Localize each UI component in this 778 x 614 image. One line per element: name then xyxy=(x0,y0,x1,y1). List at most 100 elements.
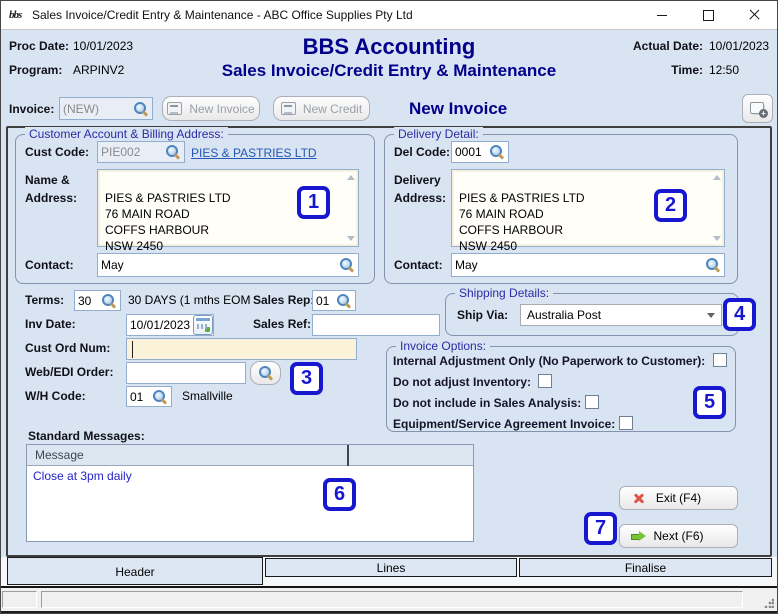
cust-code-label: Cust Code: xyxy=(25,145,89,159)
delivery-contact-label: Contact: xyxy=(394,258,443,272)
actual-date-label: Actual Date: xyxy=(632,39,703,53)
window-title: Sales Invoice/Credit Entry & Maintenance… xyxy=(32,8,413,22)
search-icon[interactable] xyxy=(489,144,505,160)
search-icon xyxy=(258,365,274,381)
scroll-up-icon[interactable] xyxy=(347,175,355,180)
close-icon xyxy=(748,9,760,21)
status-bar xyxy=(1,588,777,611)
cust-ord-num-field[interactable] xyxy=(126,338,357,360)
inv-date-value: 10/01/2023 xyxy=(130,318,191,332)
delivery-address-text: PIES & PASTRIES LTD 76 MAIN ROAD COFFS H… xyxy=(459,191,585,253)
cust-ord-num-label: Cust Ord Num: xyxy=(25,341,111,355)
next-button[interactable]: Next (F6) xyxy=(619,524,738,548)
option-internal-adjustment-checkbox[interactable] xyxy=(713,353,727,367)
scroll-down-icon[interactable] xyxy=(713,236,721,241)
invoice-options-title: Invoice Options: xyxy=(396,339,491,353)
tab-header[interactable]: Header xyxy=(7,557,263,585)
delivery-contact-field[interactable]: May xyxy=(451,253,725,277)
chevron-down-icon xyxy=(707,312,715,318)
option-no-sales-analysis-label: Do not include in Sales Analysis: xyxy=(393,396,582,410)
calendar-icon[interactable] xyxy=(193,315,213,335)
new-credit-label: New Credit xyxy=(302,101,363,116)
messages-column-header[interactable]: Message xyxy=(27,445,473,466)
delivery-address-label: Delivery Address: xyxy=(394,173,447,205)
ship-via-label: Ship Via: xyxy=(457,308,509,322)
red-cross-icon xyxy=(632,491,646,505)
ship-via-dropdown[interactable]: Australia Post xyxy=(520,304,722,326)
customer-contact-label: Contact: xyxy=(25,258,74,272)
search-icon[interactable] xyxy=(152,389,168,405)
web-edi-order-field[interactable] xyxy=(126,362,246,384)
annotation-7: 7 xyxy=(584,512,617,545)
name-address-label: Name & Address: xyxy=(25,173,78,205)
minimize-icon xyxy=(657,14,667,16)
new-invoice-label: New Invoice xyxy=(189,101,255,116)
option-no-sales-analysis-checkbox[interactable] xyxy=(585,395,599,409)
sales-rep-field[interactable]: 01 xyxy=(312,290,356,311)
cust-code-field[interactable]: PIE002 xyxy=(97,141,185,163)
option-equipment-service-label: Equipment/Service Agreement Invoice: xyxy=(393,417,616,431)
option-no-inventory-label: Do not adjust Inventory: xyxy=(393,375,531,389)
annotation-3: 3 xyxy=(290,362,323,395)
customer-group-title: Customer Account & Billing Address: xyxy=(25,127,228,141)
resize-grip[interactable] xyxy=(764,598,774,608)
annotation-6: 6 xyxy=(323,478,356,511)
option-no-inventory-checkbox[interactable] xyxy=(538,374,552,388)
tab-lines[interactable]: Lines xyxy=(265,558,517,577)
new-credit-button[interactable]: New Credit xyxy=(273,96,370,121)
column-divider[interactable] xyxy=(347,445,349,466)
search-icon[interactable] xyxy=(705,257,721,273)
customer-name-link[interactable]: PIES & PASTRIES LTD xyxy=(191,146,317,160)
invoice-number-value: (NEW) xyxy=(63,101,99,116)
terms-description: 30 DAYS (1 mths EOM xyxy=(128,293,251,307)
new-document-icon xyxy=(167,102,183,115)
minimize-button[interactable] xyxy=(639,1,685,29)
message-row[interactable]: Close at 3pm daily xyxy=(27,467,473,485)
del-code-field[interactable]: 0001 xyxy=(451,141,509,163)
scroll-up-icon[interactable] xyxy=(713,175,721,180)
green-arrow-icon xyxy=(631,530,646,542)
search-icon[interactable] xyxy=(101,293,117,309)
shipping-group-title: Shipping Details: xyxy=(455,286,554,300)
search-icon[interactable] xyxy=(165,144,181,160)
search-icon[interactable] xyxy=(133,101,149,117)
terms-label: Terms: xyxy=(25,293,65,307)
wh-code-value: 01 xyxy=(130,389,144,404)
invoice-number-combo[interactable]: (NEW) xyxy=(59,97,153,120)
delivery-contact-value: May xyxy=(455,258,478,272)
annotation-1: 1 xyxy=(297,186,330,219)
standard-messages-label: Standard Messages: xyxy=(28,429,145,443)
sales-rep-label: Sales Rep: xyxy=(253,293,315,307)
tab-finalise[interactable]: Finalise xyxy=(519,558,772,577)
scroll-down-icon[interactable] xyxy=(347,236,355,241)
wh-code-label: W/H Code: xyxy=(25,389,86,403)
customer-contact-field[interactable]: May xyxy=(97,253,359,277)
wh-name: Smallville xyxy=(182,389,233,403)
terms-field[interactable]: 30 xyxy=(74,290,121,311)
status-cell-main xyxy=(41,591,743,608)
search-icon[interactable] xyxy=(336,293,352,309)
maximize-button[interactable] xyxy=(685,1,731,29)
next-button-label: Next (F6) xyxy=(653,529,704,543)
invoice-label: Invoice: xyxy=(9,102,55,116)
copy-invoice-button[interactable] xyxy=(742,94,773,123)
new-invoice-button[interactable]: New Invoice xyxy=(162,96,260,121)
web-edi-search-button[interactable] xyxy=(250,361,281,385)
ship-via-value: Australia Post xyxy=(527,308,602,322)
close-button[interactable] xyxy=(731,1,777,29)
maximize-icon xyxy=(702,9,714,21)
exit-button[interactable]: Exit (F4) xyxy=(619,486,738,510)
option-equipment-service-checkbox[interactable] xyxy=(619,416,633,430)
inv-date-label: Inv Date: xyxy=(25,317,76,331)
del-code-label: Del Code: xyxy=(394,145,451,159)
sales-ref-field[interactable] xyxy=(312,314,440,336)
calendar-dot xyxy=(205,327,210,332)
option-internal-adjustment-label: Internal Adjustment Only (No Paperwork t… xyxy=(393,354,706,368)
wh-code-field[interactable]: 01 xyxy=(126,386,172,407)
search-icon[interactable] xyxy=(339,257,355,273)
sales-rep-value: 01 xyxy=(316,293,330,308)
web-edi-order-label: Web/EDI Order: xyxy=(25,365,114,379)
actual-date-value: 10/01/2023 xyxy=(709,39,770,53)
annotation-4: 4 xyxy=(723,298,756,331)
app-window: bbs Sales Invoice/Credit Entry & Mainten… xyxy=(0,0,778,614)
